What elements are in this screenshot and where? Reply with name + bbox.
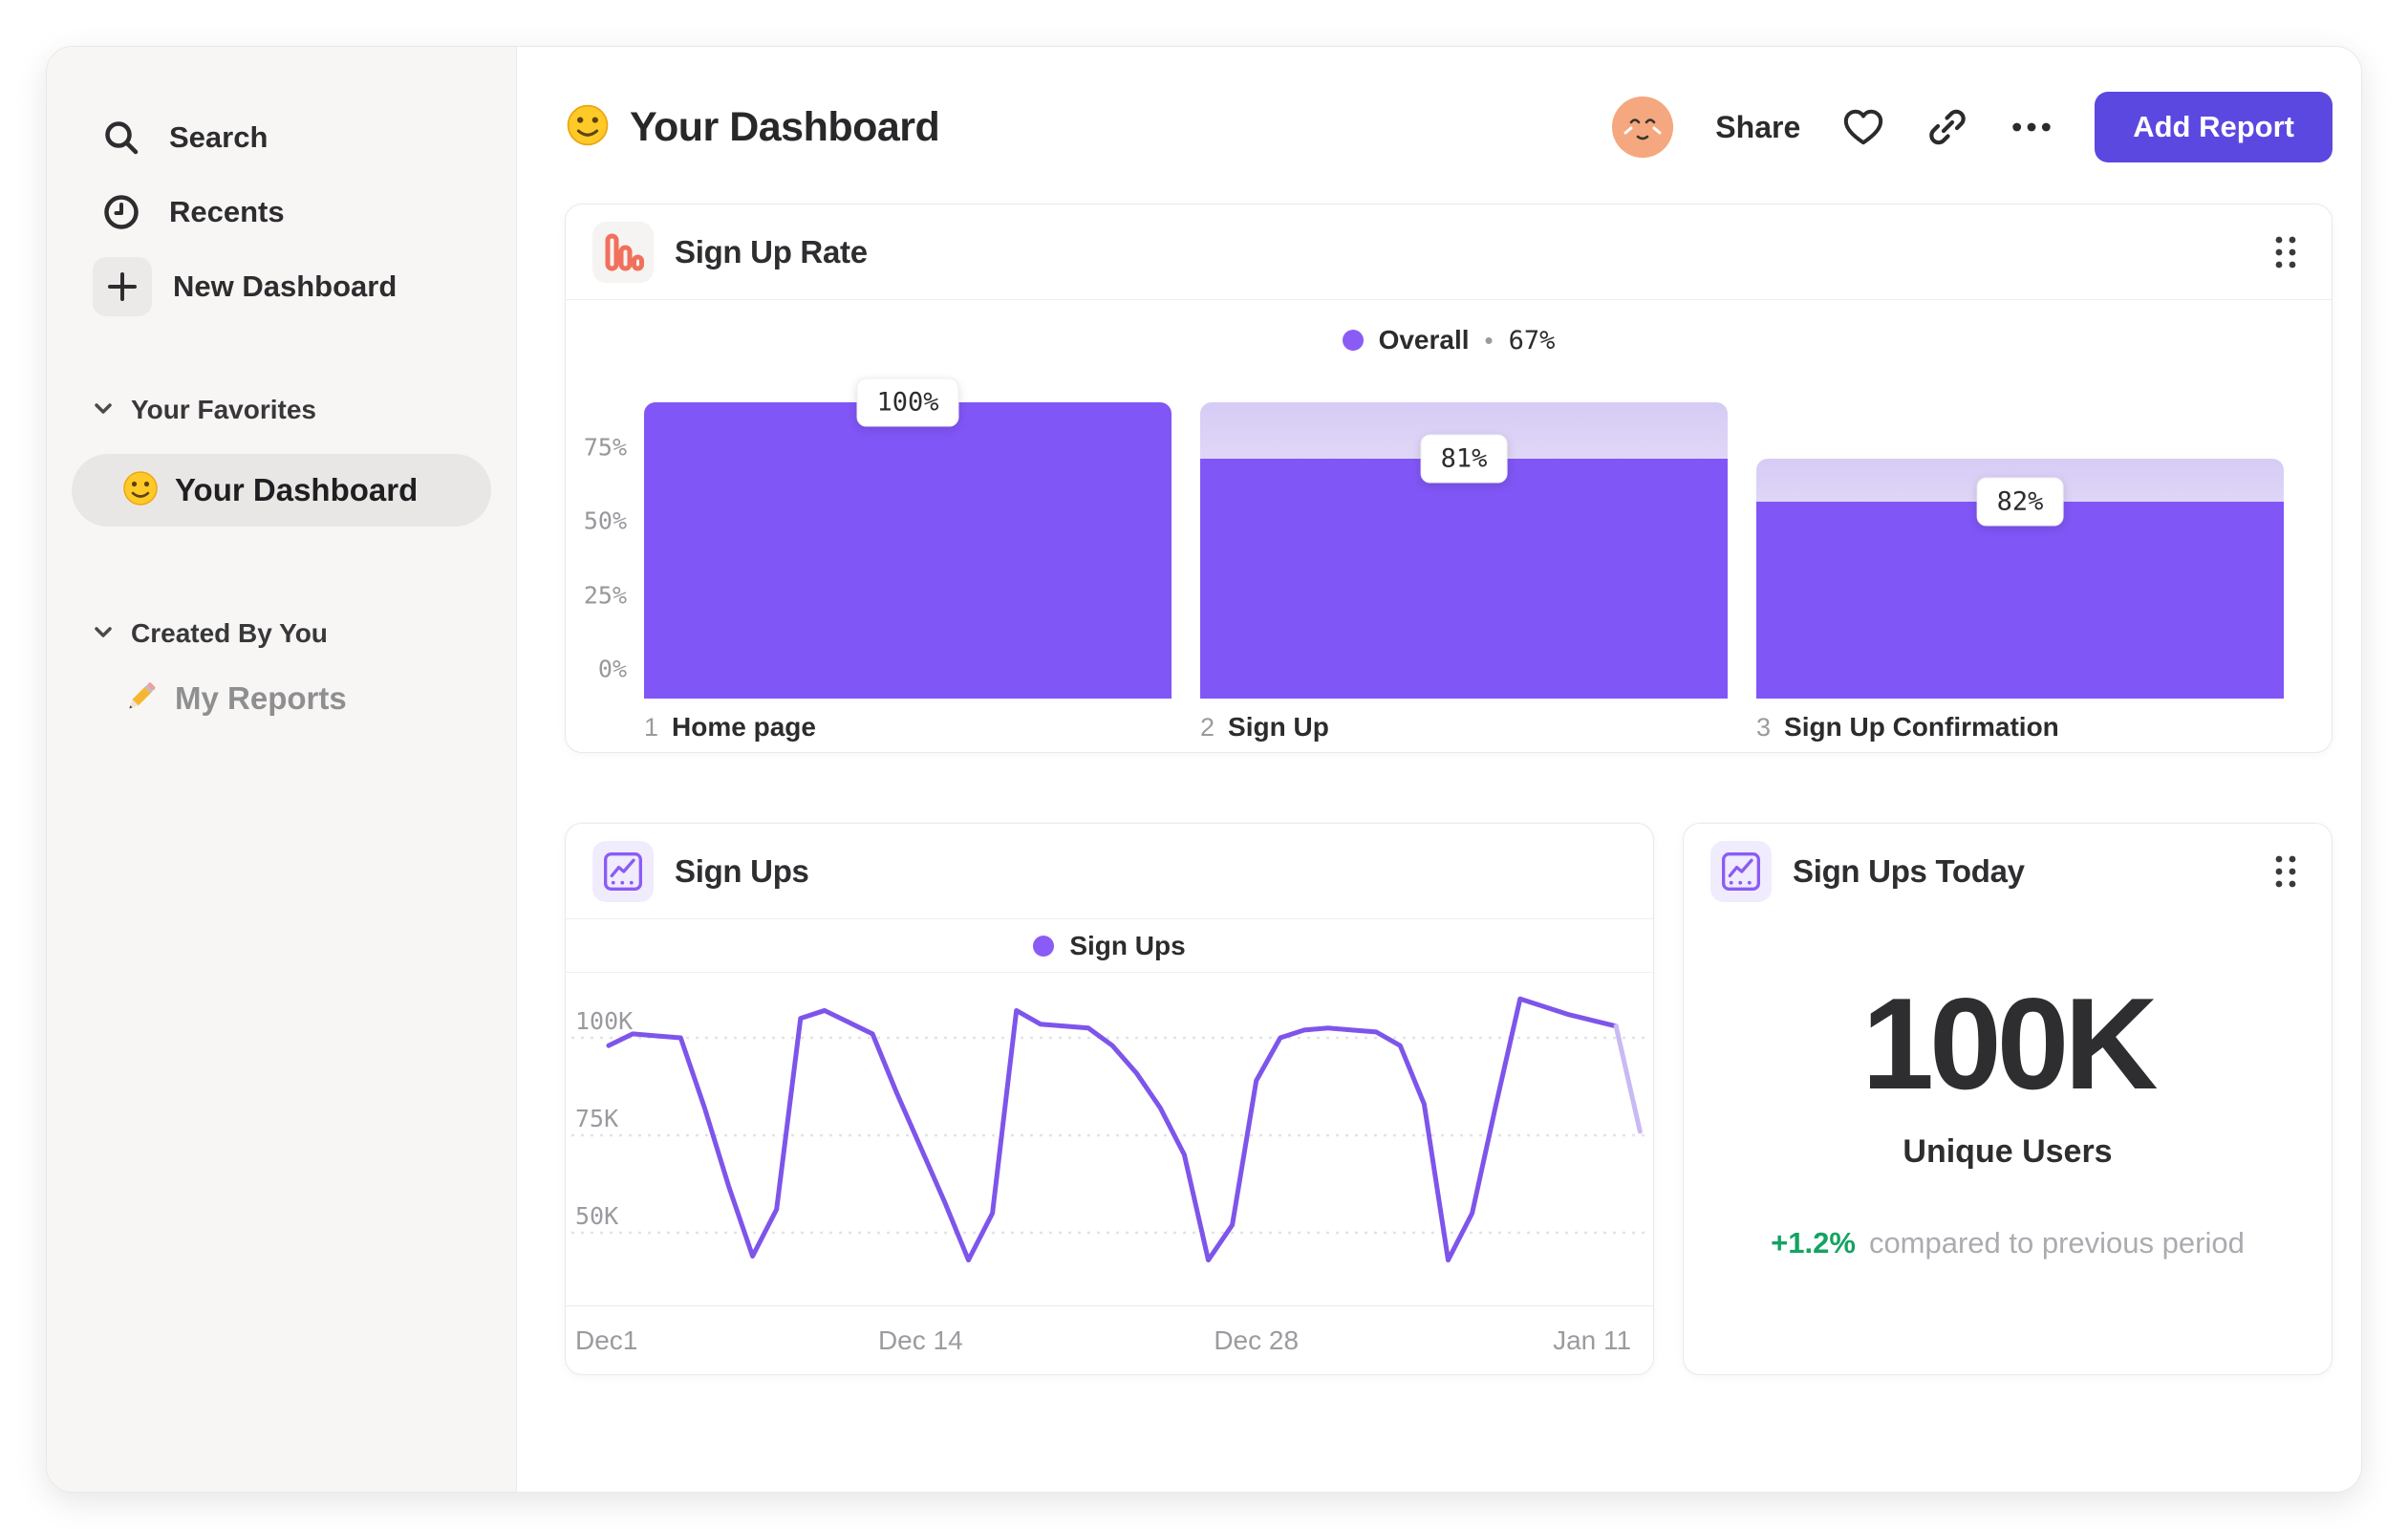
card-title: Sign Ups bbox=[675, 852, 809, 889]
section-title: Created By You bbox=[131, 618, 328, 648]
sidebar-item-label: Search bbox=[169, 120, 269, 154]
favorites-section-toggle[interactable]: Your Favorites bbox=[72, 387, 491, 433]
plus-icon bbox=[93, 257, 152, 316]
funnel-step-name: Sign Up Confirmation bbox=[1784, 712, 2059, 742]
sidebar-item-recents[interactable]: Recents bbox=[72, 175, 491, 249]
card-title: Sign Up Rate bbox=[675, 233, 868, 269]
legend-separator: • bbox=[1484, 325, 1494, 355]
funnel-y-axis: 75% 50% 25% 0% bbox=[566, 380, 644, 699]
funnel-chart: 75% 50% 25% 0% 100% 1 Home page 81% 2 Sign Up 82%… bbox=[566, 377, 2332, 752]
funnel-step-number: 2 bbox=[1200, 712, 1215, 742]
stat-label: Unique Users bbox=[1903, 1133, 2113, 1170]
share-button[interactable]: Share bbox=[1715, 110, 1800, 145]
line-x-tick-label: Dec 14 bbox=[877, 1324, 963, 1355]
dashboard-header: Your Dashboard Share Add Report bbox=[565, 89, 2333, 165]
card-title: Sign Ups Today bbox=[1793, 853, 2025, 889]
main-content: Your Dashboard Share Add Report Sign Up … bbox=[517, 47, 2361, 1492]
funnel-step: 82% 3 Sign Up Confirmation bbox=[1756, 380, 2284, 752]
legend-series-name: Sign Ups bbox=[1069, 930, 1186, 960]
funnel-value-pill: 82% bbox=[1976, 477, 2064, 527]
funnel-y-tick-label: 75% bbox=[583, 433, 627, 461]
chevron-down-icon bbox=[93, 621, 114, 647]
sidebar-item-search[interactable]: Search bbox=[72, 100, 491, 175]
funnel-bar[interactable] bbox=[644, 402, 1172, 699]
funnel-bar-fill bbox=[644, 402, 1172, 699]
drag-handle-icon[interactable] bbox=[2265, 846, 2307, 897]
add-report-button[interactable]: Add Report bbox=[2095, 92, 2333, 162]
chevron-down-icon bbox=[93, 398, 114, 423]
funnel-step-label: 2 Sign Up bbox=[1200, 712, 1728, 752]
sidebar-item-your-dashboard[interactable]: Your Dashboard bbox=[72, 454, 491, 527]
sign-up-rate-card: Sign Up Rate Overall • 67% 75% 50% 25% 0% 1… bbox=[565, 204, 2333, 753]
funnel-step: 81% 2 Sign Up bbox=[1200, 380, 1728, 752]
line-chart-icon bbox=[1710, 841, 1772, 902]
funnel-value-pill: 81% bbox=[1420, 434, 1508, 484]
created-by-you-section-toggle[interactable]: Created By You bbox=[72, 611, 491, 657]
page-title: Your Dashboard bbox=[630, 103, 940, 150]
stat-value: 100K bbox=[1861, 971, 2158, 1116]
funnel-steps: 100% 1 Home page 81% 2 Sign Up 82% 3 Sign Up Con… bbox=[644, 377, 2284, 752]
sidebar-item-label: New Dashboard bbox=[173, 269, 398, 303]
line-y-tick-label: 50K bbox=[575, 1202, 619, 1230]
sidebar: Search Recents New Dashboard Your Favori… bbox=[47, 47, 517, 1492]
sidebar-item-new-dashboard[interactable]: New Dashboard bbox=[72, 249, 491, 324]
line-series-path-faded bbox=[1613, 1023, 1643, 1134]
funnel-step-number: 3 bbox=[1756, 712, 1772, 742]
funnel-value-pill: 100% bbox=[856, 377, 959, 427]
more-options-icon[interactable] bbox=[2010, 106, 2053, 148]
line-chart-icon bbox=[592, 840, 654, 902]
legend-dot bbox=[1033, 935, 1055, 957]
smiley-emoji bbox=[565, 102, 611, 153]
line-chart-svg bbox=[571, 996, 1647, 1263]
funnel-step: 100% 1 Home page bbox=[644, 377, 1172, 752]
sign-ups-today-card: Sign Ups Today 100K Unique Users +1.2% c… bbox=[1683, 823, 2333, 1375]
line-chart-x-axis: Dec1 Dec 14 Dec 28 Jan 11 bbox=[566, 1305, 1653, 1374]
stat-delta: +1.2% bbox=[1771, 1226, 1856, 1260]
search-icon bbox=[100, 117, 142, 159]
sign-ups-card: Sign Ups Sign Ups 100K 75K 50K Dec1 Dec 14 D… bbox=[565, 823, 1654, 1375]
funnel-bar-fill bbox=[1756, 502, 2284, 699]
smiley-emoji bbox=[121, 469, 160, 512]
stat-body: 100K Unique Users +1.2% compared to prev… bbox=[1684, 919, 2332, 1374]
legend-dot bbox=[1342, 330, 1364, 351]
copy-link-icon[interactable] bbox=[1926, 106, 1968, 148]
line-y-tick-label: 75K bbox=[575, 1105, 619, 1132]
clock-icon bbox=[100, 191, 142, 233]
line-y-tick-label: 100K bbox=[575, 1007, 634, 1035]
line-series-path[interactable] bbox=[606, 996, 1619, 1263]
funnel-bar-fill bbox=[1200, 458, 1728, 699]
sidebar-item-my-reports[interactable]: My Reports bbox=[72, 662, 491, 735]
line-x-tick-label: Jan 11 bbox=[1553, 1324, 1632, 1355]
line-legend[interactable]: Sign Ups bbox=[566, 919, 1653, 973]
funnel-y-tick-label: 0% bbox=[597, 655, 627, 683]
funnel-y-tick-label: 50% bbox=[583, 506, 627, 535]
line-chart[interactable]: 100K 75K 50K bbox=[566, 973, 1653, 1305]
funnel-y-tick-label: 25% bbox=[583, 581, 627, 609]
funnel-step-label: 3 Sign Up Confirmation bbox=[1756, 712, 2284, 752]
sidebar-section-favorites: Your Favorites Your Dashboard bbox=[72, 387, 491, 527]
line-x-tick-label: Dec1 bbox=[575, 1324, 638, 1355]
pencil-emoji bbox=[121, 678, 160, 721]
drag-handle-icon[interactable] bbox=[2265, 226, 2307, 278]
sidebar-section-created-by-you: Created By You My Reports bbox=[72, 611, 491, 735]
legend-series-name: Overall bbox=[1378, 325, 1470, 355]
funnel-step-name: Home page bbox=[672, 712, 816, 742]
stat-delta-note: compared to previous period bbox=[1868, 1226, 2245, 1260]
sidebar-item-label: Recents bbox=[169, 195, 285, 228]
line-x-tick-label: Dec 28 bbox=[1214, 1324, 1300, 1355]
funnel-step-name: Sign Up bbox=[1228, 712, 1329, 742]
desktop-background: Search Recents New Dashboard Your Favori… bbox=[0, 0, 2408, 1529]
favorite-heart-icon[interactable] bbox=[1842, 106, 1884, 148]
sidebar-item-label: My Reports bbox=[175, 680, 347, 716]
funnel-legend[interactable]: Overall • 67% bbox=[566, 300, 2332, 380]
avatar[interactable] bbox=[1612, 97, 1674, 158]
sidebar-item-label: Your Dashboard bbox=[175, 472, 419, 507]
funnel-step-label: 1 Home page bbox=[644, 712, 1172, 752]
section-title: Your Favorites bbox=[131, 395, 316, 424]
legend-series-value: 67% bbox=[1508, 325, 1556, 355]
funnel-chart-icon bbox=[592, 221, 654, 283]
funnel-step-number: 1 bbox=[644, 712, 659, 742]
app-window: Search Recents New Dashboard Your Favori… bbox=[46, 46, 2362, 1493]
